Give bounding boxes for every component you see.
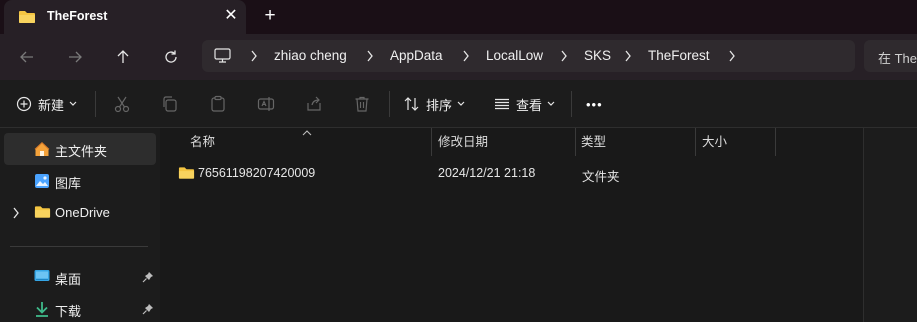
- chevron-down-icon: [547, 101, 555, 106]
- delete-button[interactable]: [353, 92, 371, 116]
- search-box[interactable]: 在 The: [864, 40, 917, 72]
- refresh-button[interactable]: [159, 45, 183, 69]
- column-header-size[interactable]: 大小: [702, 128, 727, 156]
- file-type: 文件夹: [582, 170, 620, 184]
- pin-icon[interactable]: [142, 303, 154, 318]
- up-button[interactable]: [111, 45, 135, 69]
- breadcrumb-sks[interactable]: SKS: [584, 40, 611, 72]
- pin-icon[interactable]: [142, 271, 154, 286]
- breadcrumb-theforest[interactable]: TheForest: [648, 40, 710, 72]
- chevron-right-icon[interactable]: [560, 50, 568, 65]
- chevron-right-icon[interactable]: [250, 50, 258, 65]
- folder-icon: [18, 10, 36, 27]
- chevron-right-icon[interactable]: [462, 50, 470, 65]
- tab-theforest[interactable]: TheForest ✕: [4, 0, 246, 34]
- desktop-icon: [34, 269, 50, 286]
- navigation-bar: zhiao cheng AppData LocalLow SKS TheFore…: [0, 34, 917, 80]
- chevron-right-icon[interactable]: [366, 50, 374, 65]
- breadcrumb-zhiao-cheng[interactable]: zhiao cheng: [274, 40, 347, 72]
- breadcrumb-locallow[interactable]: LocalLow: [486, 40, 543, 72]
- close-tab-icon[interactable]: ✕: [222, 7, 240, 25]
- copy-icon: [163, 96, 177, 112]
- new-tab-button[interactable]: +: [260, 6, 280, 26]
- rename-button[interactable]: [257, 92, 275, 116]
- sidebar-divider: [10, 246, 148, 247]
- sidebar-item-home[interactable]: 主文件夹: [4, 133, 156, 165]
- cut-icon: [114, 96, 130, 113]
- trash-icon: [355, 96, 369, 112]
- view-label: 查看: [516, 97, 543, 113]
- tab-title: TheForest: [47, 9, 108, 23]
- toolbar-divider: [95, 91, 96, 117]
- sidebar-item-downloads[interactable]: 下载: [4, 293, 156, 322]
- cut-button[interactable]: [113, 92, 131, 116]
- column-header-name[interactable]: 名称: [190, 128, 215, 156]
- file-name: 76561198207420009: [198, 166, 316, 180]
- column-divider[interactable]: [431, 128, 432, 156]
- computer-icon: [214, 48, 231, 66]
- sidebar-item-onedrive[interactable]: OneDrive: [4, 197, 156, 229]
- file-modified: 2024/12/21 21:18: [438, 166, 536, 180]
- chevron-down-icon: [69, 101, 77, 106]
- column-divider[interactable]: [575, 128, 576, 156]
- chevron-right-icon[interactable]: [728, 50, 736, 65]
- sidebar-item-label: OneDrive: [55, 205, 110, 220]
- toolbar-divider: [571, 91, 572, 117]
- file-row[interactable]: 76561198207420009 2024/12/21 21:18 文件夹: [172, 158, 852, 188]
- paste-button[interactable]: [209, 92, 227, 116]
- refresh-icon: [165, 50, 177, 63]
- folder-icon: [178, 166, 195, 183]
- address-bar[interactable]: zhiao cheng AppData LocalLow SKS TheFore…: [202, 40, 855, 72]
- breadcrumb-appdata[interactable]: AppData: [390, 40, 443, 72]
- copy-button[interactable]: [161, 92, 179, 116]
- column-header-modified[interactable]: 修改日期: [438, 128, 488, 156]
- home-icon: [34, 141, 50, 160]
- download-icon: [34, 301, 50, 320]
- column-divider[interactable]: [775, 128, 776, 156]
- sort-icon: [404, 97, 419, 111]
- sidebar-item-label: 下载: [55, 304, 82, 319]
- plus-circle-icon: [16, 96, 32, 112]
- share-button[interactable]: [305, 92, 323, 116]
- back-button[interactable]: [15, 45, 39, 69]
- view-list-icon: [495, 98, 509, 110]
- gallery-icon: [34, 173, 50, 192]
- chevron-right-icon[interactable]: [12, 207, 20, 222]
- navigation-pane: 主文件夹 图库 OneDrive 桌面 下载: [0, 128, 160, 322]
- arrow-up-icon: [117, 50, 129, 63]
- chevron-right-icon[interactable]: [624, 50, 632, 65]
- rename-icon: [257, 97, 275, 111]
- arrow-right-icon: [69, 51, 82, 63]
- toolbar-divider: [389, 91, 390, 117]
- column-divider[interactable]: [695, 128, 696, 156]
- forward-button[interactable]: [63, 45, 87, 69]
- sort-button[interactable]: 排序: [404, 92, 465, 116]
- title-bar: TheForest ✕ +: [0, 0, 917, 34]
- chevron-down-icon: [457, 101, 465, 106]
- new-label: 新建: [38, 97, 65, 113]
- search-placeholder: 在 The: [878, 51, 917, 66]
- sidebar-item-label: 桌面: [55, 272, 82, 287]
- details-pane: [863, 128, 917, 322]
- sidebar-item-label: 主文件夹: [55, 144, 108, 159]
- command-bar: 新建 排序 查看 •••: [0, 80, 917, 128]
- folder-icon: [34, 205, 51, 222]
- sidebar-item-desktop[interactable]: 桌面: [4, 261, 156, 293]
- share-icon: [307, 96, 321, 111]
- new-button[interactable]: 新建: [16, 92, 77, 116]
- sort-label: 排序: [426, 97, 453, 113]
- clipboard-icon: [211, 95, 225, 112]
- more-options-button[interactable]: •••: [586, 92, 603, 116]
- sidebar-item-label: 图库: [55, 176, 82, 191]
- sort-ascending-icon: [302, 125, 312, 140]
- view-button[interactable]: 查看: [494, 92, 555, 116]
- file-list: 名称 修改日期 类型 大小 76561198207420009 2024/12/…: [160, 128, 863, 322]
- sidebar-item-gallery[interactable]: 图库: [4, 165, 156, 197]
- column-header-type[interactable]: 类型: [581, 128, 606, 156]
- arrow-left-icon: [20, 51, 33, 63]
